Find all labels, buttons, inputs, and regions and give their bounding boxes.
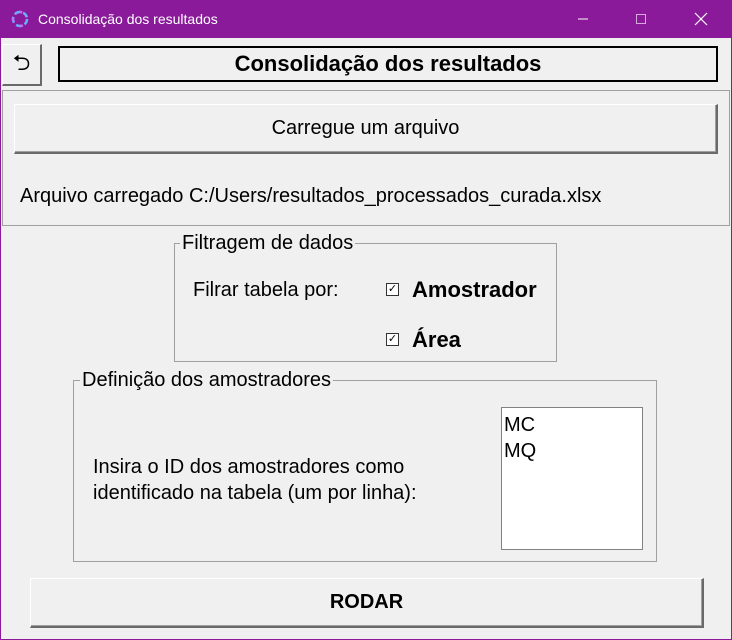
- app-ring-icon: [11, 10, 29, 28]
- filter-label: Filrar tabela por:: [193, 279, 339, 301]
- window-title: Consolidação dos resultados: [38, 11, 218, 27]
- run-button[interactable]: RODAR: [30, 578, 704, 628]
- area-checkbox-label[interactable]: Área: [412, 327, 461, 353]
- samplers-instruction: Insira o ID dos amostradores como identi…: [93, 456, 417, 504]
- sampler-id-line: MQ: [504, 440, 537, 462]
- minimize-button[interactable]: [560, 0, 606, 38]
- checkmark-icon: ✓: [387, 283, 398, 295]
- sampler-ids-textarea[interactable]: MC MQ: [501, 407, 643, 550]
- checkmark-icon: ✓: [387, 333, 398, 345]
- maximize-icon: [636, 14, 646, 24]
- maximize-button[interactable]: [618, 0, 664, 38]
- close-button[interactable]: [678, 0, 724, 38]
- page-title: Consolidação dos resultados: [58, 46, 718, 82]
- sampler-id-line: MC: [504, 414, 536, 436]
- title-bar: Consolidação dos resultados: [0, 0, 732, 38]
- amostrador-checkbox-label[interactable]: Amostrador: [412, 277, 537, 303]
- file-status-text: Arquivo carregado C:/Users/resultados_pr…: [20, 185, 602, 207]
- load-file-button[interactable]: Carregue um arquivo: [14, 104, 718, 154]
- area-checkbox[interactable]: ✓: [386, 333, 399, 346]
- back-button[interactable]: ⮌: [2, 44, 42, 86]
- close-icon: [694, 12, 708, 26]
- undo-arrow-icon: ⮌: [12, 49, 31, 75]
- minimize-icon: [578, 18, 588, 20]
- filter-group-title: Filtragem de dados: [180, 231, 356, 255]
- amostrador-checkbox[interactable]: ✓: [386, 283, 399, 296]
- samplers-group-title: Definição dos amostradores: [80, 368, 334, 392]
